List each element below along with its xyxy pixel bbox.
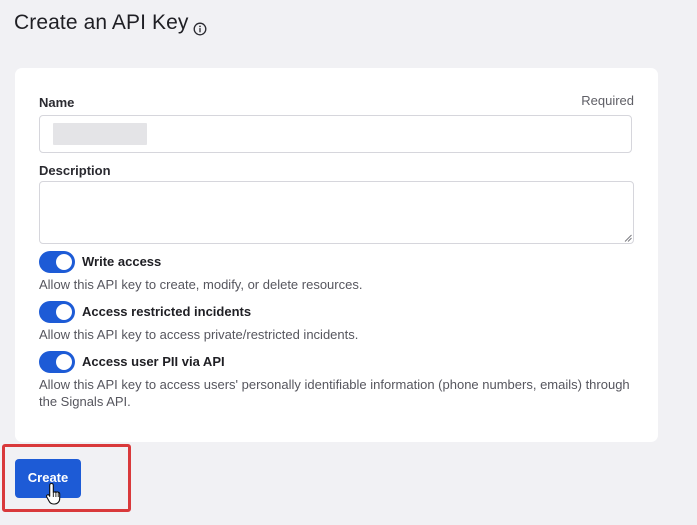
restricted-incidents-description: Allow this API key to access private/res… <box>39 327 359 342</box>
write-access-title: Write access <box>82 254 162 269</box>
user-pii-toggle[interactable] <box>39 351 75 373</box>
restricted-incidents-toggle[interactable] <box>39 301 75 323</box>
resize-grip-icon[interactable] <box>624 234 632 242</box>
user-pii-title: Access user PII via API <box>82 354 225 369</box>
restricted-incidents-title: Access restricted incidents <box>82 304 252 319</box>
name-redacted-placeholder <box>53 123 147 145</box>
create-button[interactable]: Create <box>15 459 81 498</box>
api-key-form-card: Name Required Description Write access A… <box>15 68 658 442</box>
toggle-knob <box>56 304 72 320</box>
info-icon[interactable] <box>193 18 207 35</box>
page-title-text: Create an API Key <box>14 11 189 34</box>
user-pii-description: Allow this API key to access users' pers… <box>39 377 630 409</box>
page-title: Create an API Key <box>14 11 207 35</box>
toggle-knob <box>56 354 72 370</box>
toggle-knob <box>56 254 72 270</box>
required-label: Required <box>581 93 634 108</box>
description-label: Description <box>39 163 111 178</box>
name-label: Name <box>39 95 75 110</box>
write-access-description: Allow this API key to create, modify, or… <box>39 277 363 292</box>
description-textarea[interactable] <box>39 181 634 244</box>
name-input[interactable] <box>39 115 632 153</box>
write-access-toggle[interactable] <box>39 251 75 273</box>
